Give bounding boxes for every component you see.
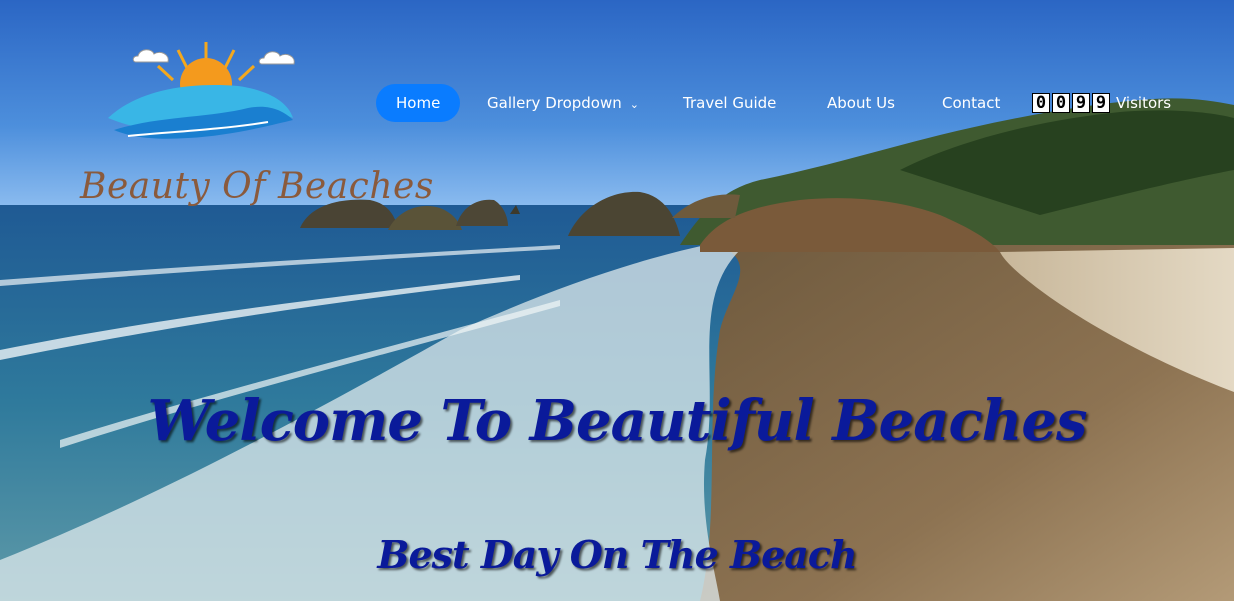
sun-wave-logo-icon bbox=[108, 42, 295, 139]
nav-item-travel-guide[interactable]: Travel Guide bbox=[683, 84, 776, 122]
nav-item-contact[interactable]: Contact bbox=[942, 84, 1000, 122]
nav-item-about-us-label: About Us bbox=[827, 94, 895, 112]
counter-digit: 0 bbox=[1032, 93, 1050, 113]
visitor-counter-digits: 0 0 9 9 bbox=[1032, 93, 1110, 113]
nav-item-about-us[interactable]: About Us bbox=[827, 84, 895, 122]
nav-item-home-label: Home bbox=[396, 94, 441, 112]
logo-text: Beauty Of Beaches bbox=[80, 166, 434, 207]
visitors-label: Visitors bbox=[1116, 94, 1172, 112]
nav-item-contact-label: Contact bbox=[942, 94, 1001, 112]
chevron-down-icon: ⌄ bbox=[629, 98, 639, 111]
nav-item-home[interactable]: Home bbox=[376, 84, 461, 122]
nav-item-travel-guide-label: Travel Guide bbox=[683, 94, 777, 112]
hero-section: Beauty Of Beaches Home Gallery Dropdown ⌄… bbox=[0, 0, 1234, 601]
nav-item-gallery-label: Gallery Dropdown bbox=[487, 94, 622, 112]
logo[interactable]: Beauty Of Beaches bbox=[78, 38, 433, 207]
hero-subheadline: Best Day On The Beach bbox=[377, 532, 857, 577]
nav-item-gallery-dropdown[interactable]: Gallery Dropdown ⌄ bbox=[487, 84, 639, 122]
counter-digit: 0 bbox=[1052, 93, 1070, 113]
counter-digit: 9 bbox=[1092, 93, 1110, 113]
hero-headline: Welcome To Beautiful Beaches bbox=[147, 388, 1087, 454]
counter-digit: 9 bbox=[1072, 93, 1090, 113]
visitor-counter: 0 0 9 9 Visitors bbox=[1032, 84, 1171, 122]
